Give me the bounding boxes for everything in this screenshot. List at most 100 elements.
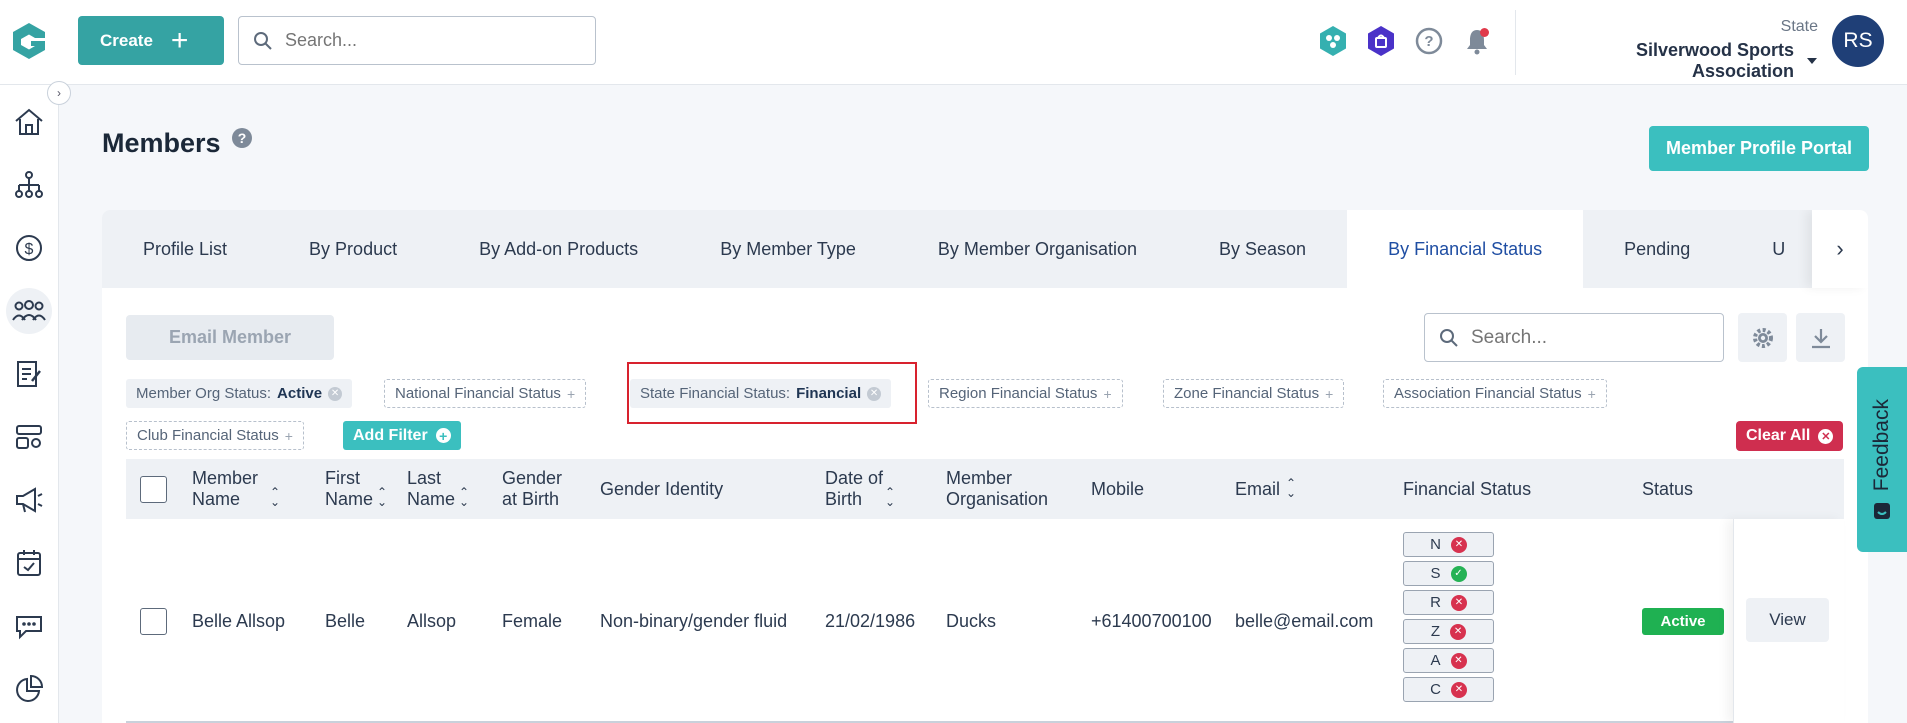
sort-icon[interactable]: ⌃ ⌄ bbox=[270, 486, 280, 508]
tab-by-product[interactable]: By Product bbox=[268, 210, 438, 288]
col-label: Gender at Birth bbox=[502, 468, 563, 509]
help-icon[interactable]: ? bbox=[1412, 22, 1446, 60]
tab-by-season[interactable]: By Season bbox=[1178, 210, 1347, 288]
org-switcher[interactable]: Silverwood Sports Association bbox=[1530, 40, 1818, 82]
select-all-checkbox[interactable] bbox=[140, 459, 167, 519]
notification-bell-icon[interactable] bbox=[1460, 22, 1494, 60]
col-member-organisation: Member Organisation bbox=[946, 459, 1056, 519]
filter-label: Region Financial Status bbox=[939, 385, 1098, 402]
col-first-name[interactable]: First Name ⌃ ⌄ bbox=[325, 459, 395, 519]
user-avatar[interactable]: RS bbox=[1832, 15, 1884, 67]
member-search[interactable] bbox=[1424, 313, 1724, 362]
email-member-button[interactable]: Email Member bbox=[126, 315, 334, 360]
finance-dollar-icon[interactable]: $ bbox=[6, 225, 52, 271]
col-label: Email bbox=[1235, 478, 1281, 499]
events-calendar-icon[interactable] bbox=[6, 540, 52, 586]
financial-check-icon: ✓ bbox=[1450, 565, 1467, 582]
filter-region-financial-status[interactable]: Region Financial Status + bbox=[928, 379, 1123, 408]
member-search-input[interactable] bbox=[1471, 326, 1701, 349]
filter-label: Member Org Status: bbox=[136, 385, 272, 402]
unfinancial-x-icon: ✕ bbox=[1450, 623, 1467, 640]
filter-association-financial-status[interactable]: Association Financial Status + bbox=[1383, 379, 1607, 408]
col-label: Last Name bbox=[407, 468, 456, 509]
feedback-tab[interactable]: Feedback bbox=[1857, 367, 1907, 552]
filter-member-org-status[interactable]: Member Org Status: Active ✕ bbox=[126, 379, 353, 408]
financial-status-list: N ✕ S ✓ R ✕ Z ✕ A ✕ C ✕ bbox=[1403, 532, 1494, 702]
shop-hex-icon[interactable] bbox=[1364, 22, 1398, 60]
filter-national-financial-status[interactable]: National Financial Status + bbox=[384, 379, 587, 408]
col-mobile: Mobile bbox=[1091, 459, 1144, 519]
settings-gear-icon[interactable] bbox=[1738, 313, 1787, 362]
tab-by-member-type[interactable]: By Member Type bbox=[679, 210, 897, 288]
col-label: Gender Identity bbox=[600, 478, 724, 499]
sort-icon[interactable]: ⌃ ⌄ bbox=[1286, 477, 1296, 499]
clear-all-button[interactable]: Clear All ✕ bbox=[1736, 421, 1844, 451]
sort-icon[interactable]: ⌃ ⌄ bbox=[459, 486, 469, 508]
org-hierarchy-icon[interactable] bbox=[6, 162, 52, 208]
tab-by-financial-status[interactable]: By Financial Status bbox=[1347, 210, 1584, 288]
financial-level: R bbox=[1430, 594, 1441, 611]
sort-icon[interactable]: ⌃ ⌄ bbox=[377, 486, 387, 508]
page-help-icon[interactable]: ? bbox=[232, 128, 252, 148]
financial-status-zone: Z ✕ bbox=[1403, 619, 1494, 644]
financial-level: A bbox=[1430, 652, 1441, 669]
tab-profile-list[interactable]: Profile List bbox=[102, 210, 268, 288]
tab-bar: Profile List By Product By Add-on Produc… bbox=[102, 210, 1868, 288]
col-email[interactable]: Email ⌃ ⌄ bbox=[1235, 459, 1296, 519]
member-profile-portal-button[interactable]: Member Profile Portal bbox=[1649, 126, 1869, 171]
col-label: Financial Status bbox=[1403, 478, 1532, 499]
unfinancial-x-icon: ✕ bbox=[1450, 681, 1467, 698]
tab-by-member-organisation[interactable]: By Member Organisation bbox=[897, 210, 1178, 288]
registration-form-icon[interactable] bbox=[6, 351, 52, 397]
cell-member-name[interactable]: Belle Allsop bbox=[192, 519, 285, 723]
svg-text:$: $ bbox=[25, 241, 34, 258]
tab-by-addon-products[interactable]: By Add-on Products bbox=[438, 210, 679, 288]
add-icon: + bbox=[1587, 385, 1596, 402]
create-button[interactable]: Create + bbox=[78, 16, 224, 65]
financial-status-association: A ✕ bbox=[1403, 648, 1494, 673]
row-select-checkbox[interactable] bbox=[140, 519, 167, 723]
communications-megaphone-icon[interactable] bbox=[6, 477, 52, 523]
financial-status-national: N ✕ bbox=[1403, 532, 1494, 557]
filter-zone-financial-status[interactable]: Zone Financial Status + bbox=[1163, 379, 1345, 408]
app-logo-icon[interactable] bbox=[8, 20, 50, 62]
financial-level: Z bbox=[1430, 623, 1441, 640]
messages-chat-icon[interactable] bbox=[6, 603, 52, 649]
checkbox-box[interactable] bbox=[140, 475, 167, 503]
home-icon[interactable] bbox=[6, 99, 52, 145]
header-divider bbox=[1515, 10, 1516, 75]
org-name: Silverwood Sports Association bbox=[1635, 40, 1795, 81]
members-icon[interactable] bbox=[6, 288, 52, 334]
filter-club-financial-status[interactable]: Club Financial Status + bbox=[126, 421, 304, 450]
sidebar-expand-chevron-icon[interactable]: › bbox=[47, 81, 71, 105]
reports-pie-icon[interactable] bbox=[6, 666, 52, 712]
global-search-input[interactable] bbox=[285, 30, 565, 51]
search-icon bbox=[254, 31, 272, 50]
add-filter-button[interactable]: Add Filter + bbox=[343, 421, 461, 450]
financial-status-region: R ✕ bbox=[1403, 590, 1494, 615]
products-settings-icon[interactable] bbox=[6, 414, 52, 460]
add-icon: + bbox=[566, 385, 576, 402]
col-last-name[interactable]: Last Name ⌃ ⌄ bbox=[407, 459, 479, 519]
members-card: Profile List By Product By Add-on Produc… bbox=[102, 210, 1868, 723]
tab-scroll-right-chevron-icon[interactable]: › bbox=[1812, 210, 1868, 288]
col-date-of-birth[interactable]: Date of Birth ⌃ ⌄ bbox=[825, 459, 905, 519]
table-header: Member Name ⌃ ⌄ First Name ⌃ ⌄ Last Name ⌃… bbox=[126, 459, 1844, 519]
create-label: Create bbox=[100, 30, 153, 50]
view-member-button[interactable]: View bbox=[1746, 598, 1829, 642]
sort-icon[interactable]: ⌃ ⌄ bbox=[885, 486, 895, 508]
download-icon[interactable] bbox=[1796, 313, 1845, 362]
col-member-name[interactable]: Member Name ⌃ ⌄ bbox=[192, 459, 287, 519]
cell-first-name: Belle bbox=[325, 610, 366, 631]
tab-pending[interactable]: Pending bbox=[1583, 210, 1731, 288]
cell-gender-identity: Non-binary/gender fluid bbox=[600, 610, 788, 631]
global-search[interactable] bbox=[238, 16, 596, 65]
checkbox-box[interactable] bbox=[140, 607, 167, 635]
col-label: First Name bbox=[325, 468, 374, 509]
unfinancial-x-icon: ✕ bbox=[1450, 594, 1467, 611]
community-hex-icon[interactable] bbox=[1316, 22, 1350, 60]
add-filter-label: Add Filter bbox=[353, 426, 428, 444]
unfinancial-x-icon: ✕ bbox=[1450, 536, 1467, 553]
plus-circle-icon: + bbox=[435, 428, 451, 443]
remove-filter-icon[interactable]: ✕ bbox=[328, 386, 343, 401]
